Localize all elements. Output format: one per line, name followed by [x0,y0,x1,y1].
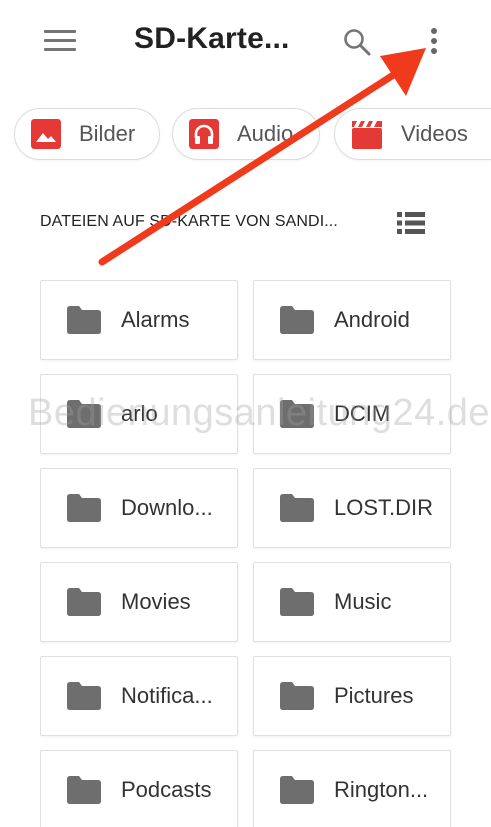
folder-label: Movies [121,589,191,614]
folder-icon [280,682,314,710]
folder-label: Pictures [334,683,414,708]
chip-label-videos: Videos [401,121,468,146]
list-view-icon[interactable] [397,212,425,234]
app-bar: SD-Karte... [0,0,491,86]
folder-label: Alarms [121,307,190,332]
chip-label-audio: Audio [237,121,294,146]
folder-tile-lost-dir[interactable]: LOST.DIR [253,468,451,548]
folder-icon [67,776,101,804]
folder-icon [67,494,101,522]
app-title: SD-Karte... [134,22,290,55]
chip-images[interactable]: Bilder [14,108,160,160]
image-icon [31,119,61,149]
headphones-icon [189,119,219,149]
folder-tile-music[interactable]: Music [253,562,451,642]
folder-tile-notifications[interactable]: Notifica... [40,656,238,736]
folder-label: arlo [121,401,158,426]
folder-tile-podcasts[interactable]: Podcasts [40,750,238,827]
folder-icon [280,306,314,334]
folder-icon [67,682,101,710]
folder-tile-ringtones[interactable]: Rington... [253,750,451,827]
folder-icon [280,776,314,804]
menu-icon[interactable] [44,30,76,52]
folder-label: Rington... [334,777,429,802]
folder-label: Downlo... [121,495,213,520]
folder-icon [280,494,314,522]
folder-tile-dcim[interactable]: DCIM [253,374,451,454]
folder-icon [280,400,314,428]
folder-label: Android [334,307,410,332]
folder-label: DCIM [334,401,391,426]
folder-tile-arlo[interactable]: arlo [40,374,238,454]
folder-label: Notifica... [121,683,213,708]
folder-tile-movies[interactable]: Movies [40,562,238,642]
folder-icon [280,588,314,616]
folder-icon [67,306,101,334]
folder-grid: Alarms Android arlo DCIM Downlo... LOST.… [40,280,454,827]
search-icon[interactable] [342,27,372,57]
more-vert-icon[interactable] [428,26,440,58]
folder-label: Podcasts [121,777,212,802]
folder-label: LOST.DIR [334,495,434,520]
folder-tile-downloads[interactable]: Downlo... [40,468,238,548]
folder-icon [67,400,101,428]
chip-audio[interactable]: Audio [172,108,320,160]
folder-label: Music [334,589,392,614]
folder-tile-alarms[interactable]: Alarms [40,280,238,360]
chip-label-images: Bilder [79,121,136,146]
folder-tile-pictures[interactable]: Pictures [253,656,451,736]
chip-videos[interactable]: Videos [334,108,491,160]
section-title: DATEIEN AUF SD-KARTE VON SANDI... [40,213,338,230]
folder-tile-android[interactable]: Android [253,280,451,360]
clapperboard-icon [352,121,382,149]
folder-icon [67,588,101,616]
